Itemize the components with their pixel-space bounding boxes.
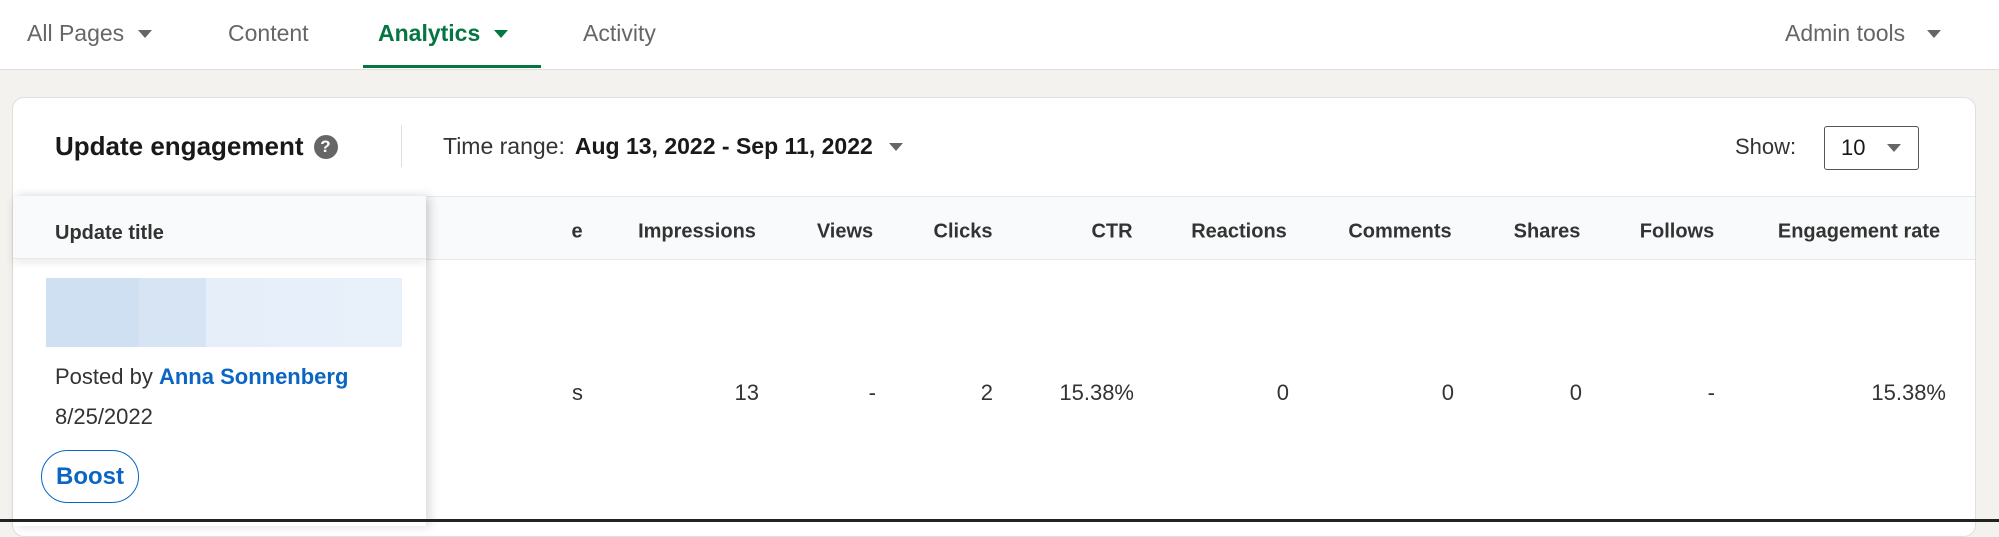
nav-label: Activity [583, 20, 656, 46]
nav-label: All Pages [27, 20, 125, 46]
time-range-value: Aug 13, 2022 - Sep 11, 2022 [574, 133, 873, 159]
post-date: 8/25/2022 [55, 404, 153, 429]
column-impressions[interactable]: Impressions [638, 221, 756, 244]
column-clicks[interactable]: Clicks [934, 221, 993, 244]
author-link[interactable]: Anna Sonnenberg [159, 364, 348, 389]
card-title-text: Update engagement [55, 131, 304, 161]
posted-by-label: Posted by [55, 364, 153, 389]
time-range-label: Time range: [443, 133, 565, 159]
top-navigation: All Pages Content Analytics Activity Adm… [0, 0, 1999, 70]
column-update-title: Update title [13, 196, 426, 259]
column-ctr[interactable]: CTR [1091, 221, 1132, 244]
nav-activity[interactable]: Activity [583, 20, 656, 47]
partial-column-header: e [571, 220, 583, 243]
nav-all-pages[interactable]: All Pages [27, 20, 153, 47]
boost-button[interactable]: Boost [41, 450, 139, 503]
admin-tools-label: Admin tools [1785, 20, 1906, 46]
column-shares[interactable]: Shares [1514, 221, 1581, 244]
nav-label: Content [228, 20, 309, 46]
column-follows[interactable]: Follows [1640, 221, 1714, 244]
column-engagement-rate[interactable]: Engagement rate [1778, 221, 1940, 244]
update-thumbnail[interactable] [46, 278, 402, 347]
cell-comments: 0 [1441, 380, 1454, 405]
caret-down-icon [138, 29, 153, 38]
time-range-dropdown[interactable]: Time range: Aug 13, 2022 - Sep 11, 2022 [443, 133, 903, 160]
cell-shares: 0 [1569, 380, 1582, 405]
nav-analytics[interactable]: Analytics [378, 20, 509, 47]
cell-follows: - [1707, 380, 1715, 405]
show-count-value: 10 [1841, 135, 1866, 160]
divider [401, 125, 402, 167]
nav-content[interactable]: Content [228, 20, 309, 47]
help-icon[interactable]: ? [313, 134, 338, 159]
cell-views: - [868, 380, 876, 405]
caret-down-icon [1927, 29, 1942, 38]
active-tab-indicator [363, 65, 541, 68]
column-reactions[interactable]: Reactions [1191, 221, 1287, 244]
cell-engagement-rate: 15.38% [1871, 380, 1946, 405]
caret-down-icon [494, 29, 509, 38]
column-comments[interactable]: Comments [1348, 221, 1451, 244]
show-count-select[interactable]: 10 [1824, 126, 1919, 170]
caret-down-icon [1887, 144, 1902, 152]
show-label: Show: [1735, 134, 1797, 159]
column-views[interactable]: Views [817, 221, 873, 244]
card-title: Update engagement? [55, 131, 338, 162]
cell-impressions: 13 [734, 380, 759, 405]
partial-cell: s [572, 380, 583, 405]
cell-clicks: 2 [980, 380, 993, 405]
caret-down-icon [888, 142, 903, 151]
cell-reactions: 0 [1276, 380, 1289, 405]
posted-by: Posted by Anna Sonnenberg [55, 364, 348, 390]
admin-tools-menu[interactable]: Admin tools [1785, 20, 1942, 47]
cell-ctr: 15.38% [1059, 380, 1134, 405]
nav-label: Analytics [378, 20, 481, 46]
